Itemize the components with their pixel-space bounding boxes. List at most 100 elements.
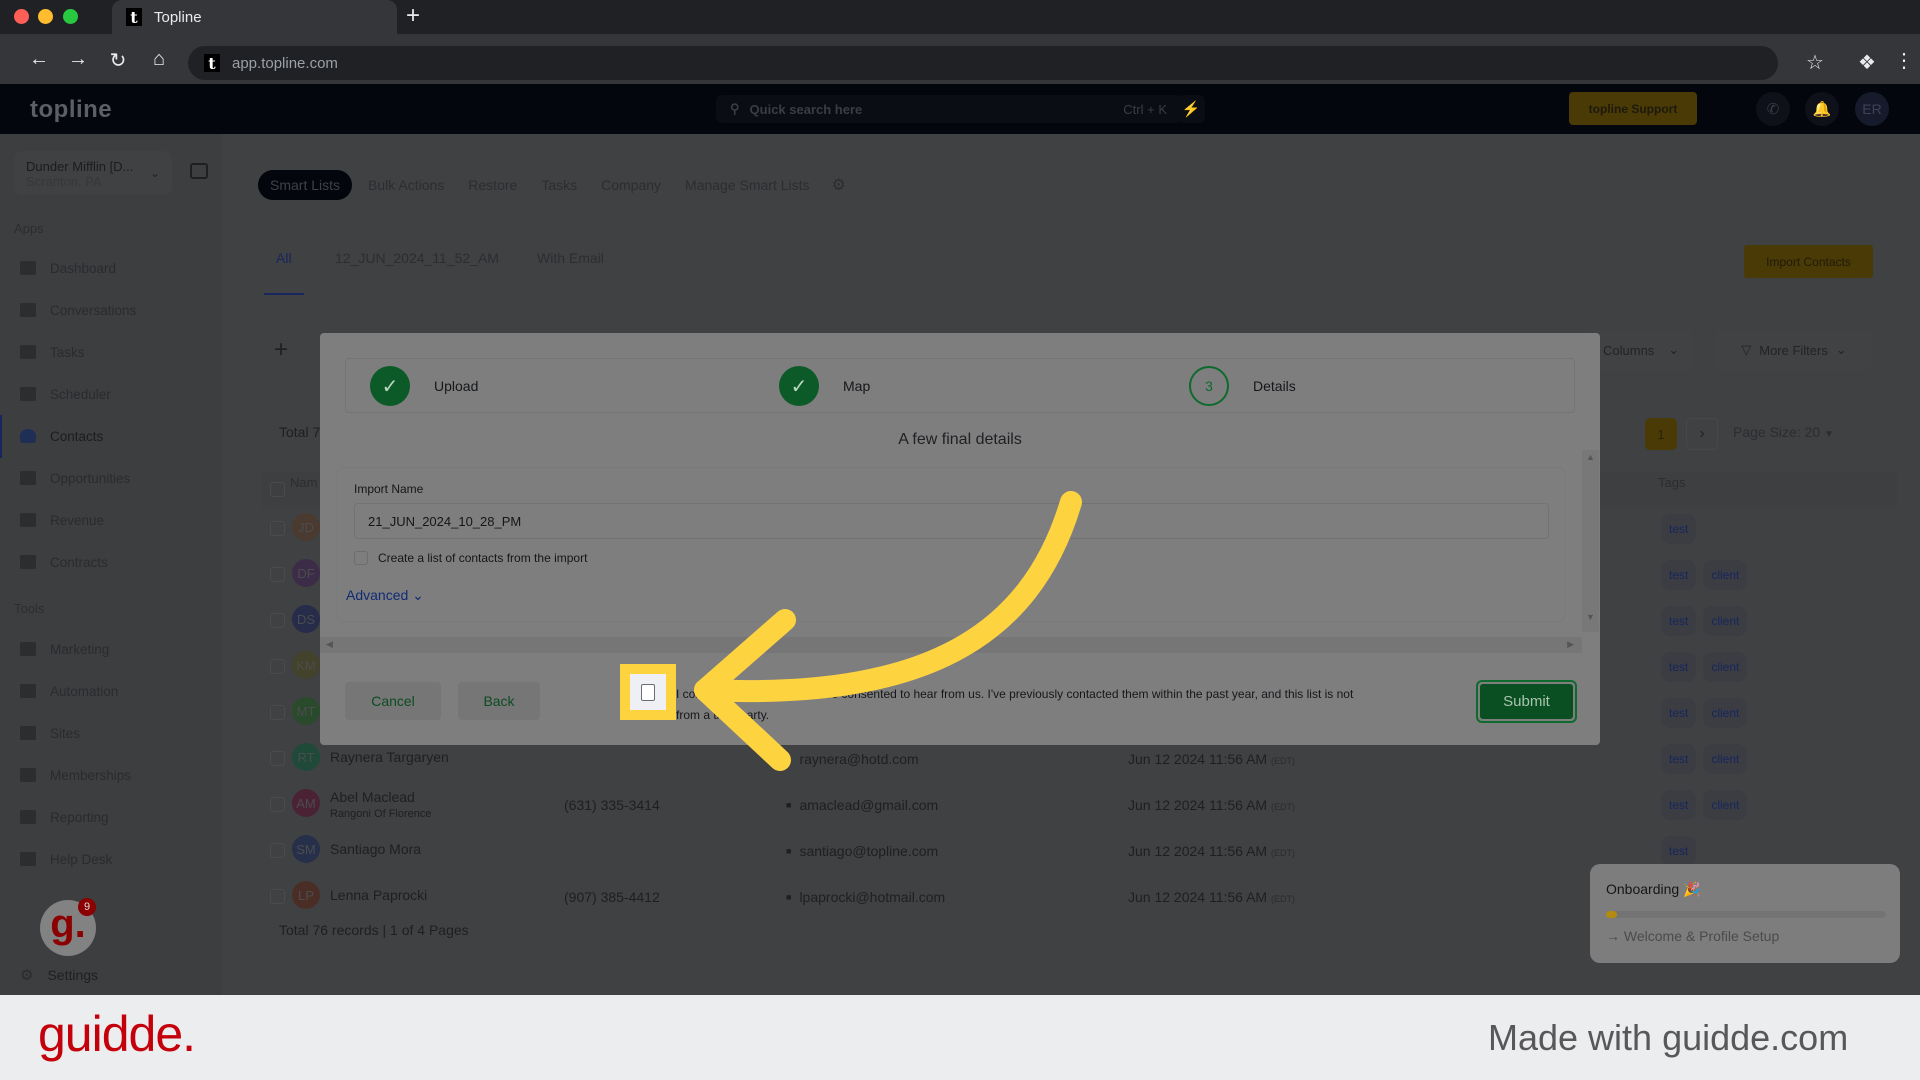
tag-badge[interactable]: test xyxy=(1661,514,1697,544)
reload-icon[interactable]: ↻ xyxy=(105,48,131,73)
smart-list-tab-import[interactable]: 12_JUN_2024_11_52_AM xyxy=(335,250,499,266)
scroll-down-icon[interactable]: ▼ xyxy=(1582,612,1599,622)
table-row[interactable]: AM Abel Maclead Rangoni Of Florence (631) 3… xyxy=(262,781,1897,827)
column-header-tags[interactable]: Tags xyxy=(1658,475,1685,490)
row-checkbox[interactable] xyxy=(270,659,285,674)
contact-email[interactable]: amaclead@gmail.com xyxy=(786,797,938,813)
bell-icon[interactable]: 🔔 xyxy=(1805,92,1839,126)
select-all-checkbox[interactable] xyxy=(270,482,285,497)
create-list-label[interactable]: Create a list of contacts from the impor… xyxy=(378,551,587,565)
create-list-checkbox[interactable] xyxy=(354,551,368,565)
sidebar-item-scheduler[interactable]: Scheduler xyxy=(20,381,220,407)
sidebar-item-sites[interactable]: Sites xyxy=(20,720,220,746)
tag-badge[interactable]: test xyxy=(1661,560,1697,590)
contact-name[interactable]: Santiago Mora xyxy=(330,841,421,857)
back-arrow-icon[interactable]: ← xyxy=(26,48,52,71)
sidebar-item-conversations[interactable]: Conversations xyxy=(20,297,220,323)
row-checkbox[interactable] xyxy=(270,613,285,628)
maximize-window-button[interactable] xyxy=(63,9,78,24)
tag-badge[interactable]: test xyxy=(1661,652,1697,682)
row-checkbox[interactable] xyxy=(270,521,285,536)
tag-badge[interactable]: test xyxy=(1661,790,1697,820)
row-checkbox[interactable] xyxy=(270,797,285,812)
topline-logo[interactable]: topline xyxy=(30,96,112,124)
onboarding-step-link[interactable]: → Welcome & Profile Setup xyxy=(1606,928,1779,944)
row-checkbox[interactable] xyxy=(270,705,285,720)
minimize-window-button[interactable] xyxy=(38,9,53,24)
row-checkbox[interactable] xyxy=(270,751,285,766)
sidebar-item-automation[interactable]: Automation xyxy=(20,678,220,704)
bookmark-star-icon[interactable]: ☆ xyxy=(1806,50,1824,75)
import-name-input[interactable]: 21_JUN_2024_10_28_PM xyxy=(354,503,1549,539)
sidebar-item-settings[interactable]: ⚙ Settings xyxy=(20,966,98,984)
home-icon[interactable]: ⌂ xyxy=(146,48,172,71)
tag-badge[interactable]: client xyxy=(1703,790,1748,820)
sidebar-item-opportunities[interactable]: Opportunities xyxy=(20,465,220,491)
account-switcher[interactable]: Dunder Mifflin [D... Scranton, PA xyxy=(14,151,172,195)
sidebar-item-reporting[interactable]: Reporting xyxy=(20,804,220,830)
contact-email[interactable]: santiago@topline.com xyxy=(786,843,938,859)
browser-menu-icon[interactable]: ⋮ xyxy=(1894,48,1914,73)
contact-name[interactable]: Abel Maclead xyxy=(330,789,415,805)
tag-badge[interactable]: client xyxy=(1703,698,1748,728)
sidebar-item-marketing[interactable]: Marketing xyxy=(20,636,220,662)
close-window-button[interactable] xyxy=(14,9,29,24)
address-bar[interactable]: t app.topline.com xyxy=(188,46,1778,80)
tab-manage-smart-lists[interactable]: Manage Smart Lists xyxy=(673,170,822,200)
user-avatar[interactable]: ER xyxy=(1855,92,1889,126)
sidebar-item-revenue[interactable]: Revenue xyxy=(20,507,220,533)
tag-badge[interactable]: test xyxy=(1661,744,1697,774)
support-button[interactable]: topline Support xyxy=(1569,92,1697,125)
tag-badge[interactable]: client xyxy=(1703,652,1748,682)
submit-button[interactable]: Submit xyxy=(1476,680,1577,723)
tab-company[interactable]: Company xyxy=(589,170,673,200)
import-contacts-button[interactable]: Import Contacts xyxy=(1744,245,1873,278)
smart-list-tab-with-email[interactable]: With Email xyxy=(537,250,604,266)
tag-badge[interactable]: client xyxy=(1703,744,1748,774)
modal-horizontal-scrollbar[interactable]: ◀ ▶ xyxy=(320,637,1582,653)
scroll-up-icon[interactable]: ▲ xyxy=(1582,452,1599,462)
browser-tab[interactable]: t Topline xyxy=(112,0,397,34)
sidebar-collapse-icon[interactable] xyxy=(190,163,208,179)
column-header-name[interactable]: Nam xyxy=(290,475,317,490)
tab-bulk-actions[interactable]: Bulk Actions xyxy=(356,170,456,200)
contact-name[interactable]: Lenna Paprocki xyxy=(330,887,427,903)
extensions-puzzle-icon[interactable]: ❖ xyxy=(1858,50,1876,75)
add-contact-button[interactable]: + xyxy=(266,335,296,365)
quick-search-input[interactable]: ⚲ Quick search here Ctrl + K xyxy=(716,95,1181,123)
scroll-right-icon[interactable]: ▶ xyxy=(1567,639,1574,650)
new-tab-button[interactable]: + xyxy=(406,2,420,30)
chevron-down-icon[interactable]: ⌄ xyxy=(150,166,160,180)
contact-name[interactable]: Raynera Targaryen xyxy=(330,749,449,765)
tab-tasks[interactable]: Tasks xyxy=(529,170,589,200)
sidebar-item-help-desk[interactable]: Help Desk xyxy=(20,846,220,872)
smart-list-tab-all[interactable]: All xyxy=(276,250,292,266)
gear-icon[interactable]: ⚙ xyxy=(832,175,846,195)
tag-badge[interactable]: client xyxy=(1703,606,1748,636)
phone-icon[interactable]: ✆ xyxy=(1756,92,1790,126)
sidebar-item-dashboard[interactable]: Dashboard xyxy=(20,255,220,281)
row-checkbox[interactable] xyxy=(270,843,285,858)
tag-badge[interactable]: client xyxy=(1703,560,1748,590)
columns-dropdown[interactable]: Columns ⌄ xyxy=(1585,330,1693,370)
tag-badge[interactable]: test xyxy=(1661,698,1697,728)
tab-restore[interactable]: Restore xyxy=(456,170,529,200)
consent-checkbox[interactable] xyxy=(641,684,655,701)
modal-vertical-scrollbar[interactable]: ▲ ▼ xyxy=(1582,450,1599,632)
sidebar-item-contracts[interactable]: Contracts xyxy=(20,549,220,575)
row-checkbox[interactable] xyxy=(270,889,285,904)
tab-smart-lists[interactable]: Smart Lists xyxy=(258,170,353,200)
advanced-toggle[interactable]: Advanced ⌄ xyxy=(346,587,424,604)
sidebar-item-tasks[interactable]: Tasks xyxy=(20,339,220,365)
cancel-button[interactable]: Cancel xyxy=(345,682,441,720)
consent-label[interactable]: I confirm that all contacts have consent… xyxy=(676,684,1366,726)
row-checkbox[interactable] xyxy=(270,567,285,582)
tag-badge[interactable]: test xyxy=(1661,836,1697,866)
sidebar-item-memberships[interactable]: Memberships xyxy=(20,762,220,788)
contact-email[interactable]: lpaprocki@hotmail.com xyxy=(786,889,945,905)
scroll-left-icon[interactable]: ◀ xyxy=(326,639,333,650)
lightning-bolt-icon[interactable]: ⚡ xyxy=(1177,95,1205,123)
tag-badge[interactable]: test xyxy=(1661,606,1697,636)
back-button[interactable]: Back xyxy=(458,682,540,720)
contact-email[interactable]: raynera@hotd.com xyxy=(786,751,918,767)
